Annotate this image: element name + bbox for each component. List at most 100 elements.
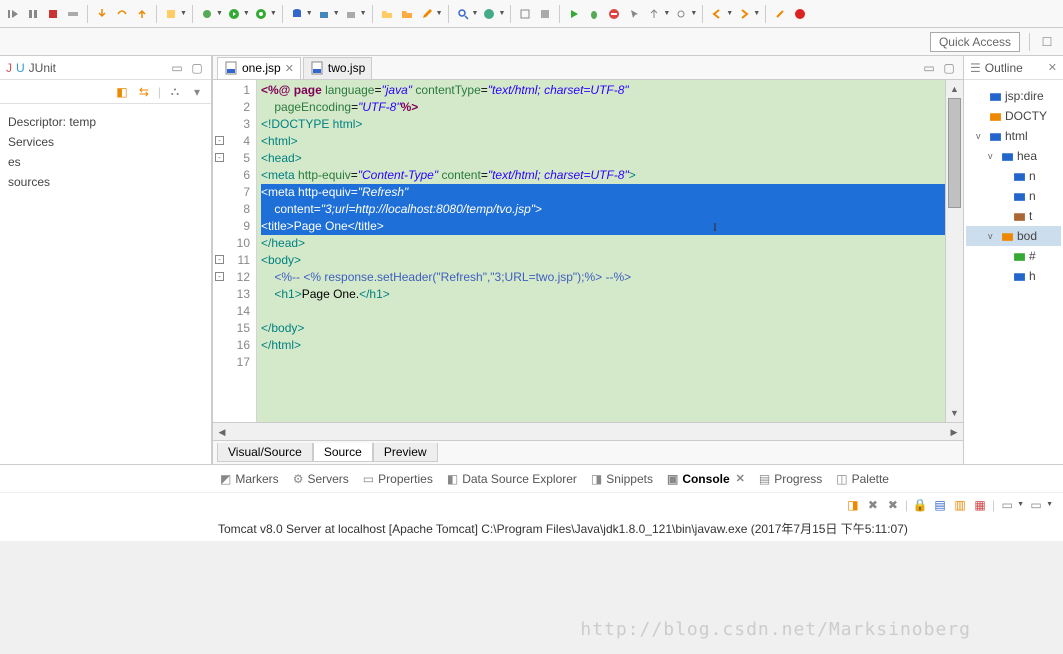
web-icon[interactable] <box>480 5 498 23</box>
tree-item[interactable]: sources <box>4 172 211 192</box>
outline-node[interactable]: v bod <box>966 226 1061 246</box>
stop-icon[interactable] <box>44 5 62 23</box>
undeploy-icon[interactable] <box>342 5 360 23</box>
console-icon-6[interactable]: ▥ <box>952 497 968 513</box>
play-icon[interactable] <box>565 5 583 23</box>
record-icon[interactable] <box>791 5 809 23</box>
outline-panel: ☰ Outline ✕ jsp:dire DOCTYv htmlv hea n … <box>963 56 1063 464</box>
quick-access-input[interactable]: Quick Access <box>930 32 1020 52</box>
console-icon-5[interactable]: ▤ <box>932 497 948 513</box>
design-tab[interactable]: Visual/Source <box>217 443 313 462</box>
view-icon[interactable] <box>516 5 534 23</box>
outline-tree: jsp:dire DOCTYv htmlv hea n n tv bod # h <box>964 80 1063 292</box>
open-folder-icon[interactable] <box>398 5 416 23</box>
minimize-icon[interactable]: ▭ <box>169 60 185 76</box>
branch-icon[interactable] <box>645 5 663 23</box>
new-icon[interactable] <box>162 5 180 23</box>
console-icon-4[interactable]: 🔒 <box>912 497 928 513</box>
outline-node[interactable]: v hea <box>966 146 1061 166</box>
view-tab[interactable]: ▣ Console ✕ <box>667 472 745 486</box>
step-over-icon[interactable] <box>113 5 131 23</box>
outline-node[interactable]: v html <box>966 126 1061 146</box>
tab-label-inactive: two.jsp <box>328 61 365 75</box>
editor-maximize-icon[interactable]: ▢ <box>941 60 957 76</box>
back-icon[interactable] <box>708 5 726 23</box>
view-tab[interactable]: ⚙ Servers <box>293 472 349 486</box>
search-icon[interactable] <box>454 5 472 23</box>
step-into-icon[interactable] <box>93 5 111 23</box>
watermark-text: http://blog.csdn.net/Marksinoberg <box>580 619 971 640</box>
junit-view-header: JU JUnit ▭ ▢ <box>0 56 211 80</box>
tree-item[interactable]: es <box>4 152 211 172</box>
view-tab[interactable]: ◫ Palette <box>836 472 889 486</box>
tb-icon-2[interactable]: ⇆ <box>136 84 152 100</box>
database-icon[interactable] <box>288 5 306 23</box>
editor-tabs: one.jsp ✕ two.jsp ▭ ▢ <box>213 56 963 80</box>
resume-icon[interactable] <box>4 5 22 23</box>
close-tab-icon[interactable]: ✕ <box>285 62 294 75</box>
disconnect-icon[interactable] <box>64 5 82 23</box>
menu-icon[interactable]: ▾ <box>189 84 205 100</box>
tree-item[interactable]: Services <box>4 132 211 152</box>
tree-item[interactable]: Descriptor: temp <box>4 112 211 132</box>
console-icon-3[interactable]: ✖ <box>885 497 901 513</box>
outline-node[interactable]: n <box>966 186 1061 206</box>
quick-access-row: Quick Access ☐ <box>0 28 1063 56</box>
forward-icon[interactable] <box>735 5 753 23</box>
console-toolbar: ◨ ✖ ✖ | 🔒 ▤ ▥ ▦ | ▭ ▼ ▭ ▼ <box>0 492 1063 516</box>
console-icon-2[interactable]: ✖ <box>865 497 881 513</box>
debug-icon[interactable] <box>198 5 216 23</box>
view-tab[interactable]: ◧ Data Source Explorer <box>447 472 577 486</box>
run-icon[interactable] <box>225 5 243 23</box>
tab-one-jsp[interactable]: one.jsp ✕ <box>217 57 301 79</box>
outline-node[interactable]: # <box>966 246 1061 266</box>
main-toolbar: ▼ ▼ ▼ ▼ ▼ ▼ ▼ ▼ ▼ ▼ ▼ ▼ ▼ ▼ <box>0 0 1063 28</box>
tb-icon-3[interactable]: ⛬ <box>167 84 183 100</box>
box-icon[interactable] <box>536 5 554 23</box>
console-icon-9[interactable]: ▭ <box>1028 497 1044 513</box>
view-tab[interactable]: ◨ Snippets <box>591 472 653 486</box>
outline-header: ☰ Outline ✕ <box>964 56 1063 80</box>
vertical-scrollbar[interactable]: ▲ ▼ <box>945 80 963 422</box>
pause-icon[interactable] <box>24 5 42 23</box>
new-folder-icon[interactable] <box>378 5 396 23</box>
editor-minimize-icon[interactable]: ▭ <box>921 60 937 76</box>
junit-view-title: JUnit <box>29 61 165 75</box>
outline-node[interactable]: t <box>966 206 1061 226</box>
design-source-tabs: Visual/SourceSourcePreview <box>213 440 963 464</box>
outline-node[interactable]: DOCTY <box>966 106 1061 126</box>
left-panel: JU JUnit ▭ ▢ ◧ ⇆ | ⛬ ▾ Descriptor: temp … <box>0 56 212 464</box>
perspective-icon[interactable]: ☐ <box>1039 34 1055 50</box>
design-tab[interactable]: Source <box>313 443 373 462</box>
text-cursor-icon: I <box>713 220 717 235</box>
design-tab[interactable]: Preview <box>373 443 438 462</box>
bug-icon[interactable] <box>585 5 603 23</box>
step-return-icon[interactable] <box>133 5 151 23</box>
code-text[interactable]: <%@ page language="java" contentType="te… <box>257 80 945 422</box>
outline-node[interactable]: n <box>966 166 1061 186</box>
console-icon-8[interactable]: ▭ <box>999 497 1015 513</box>
editor-area: one.jsp ✕ two.jsp ▭ ▢ 1234-5-67891011-12… <box>212 56 963 464</box>
editor-body[interactable]: 1234-5-67891011-12-1314151617 <%@ page l… <box>213 80 963 422</box>
wand-icon[interactable] <box>771 5 789 23</box>
cursor-icon[interactable] <box>625 5 643 23</box>
terminate-icon[interactable] <box>605 5 623 23</box>
console-output: Tomcat v8.0 Server at localhost [Apache … <box>0 516 1063 541</box>
view-tab[interactable]: ◩ Markers <box>220 472 279 486</box>
outline-close-icon[interactable]: ✕ <box>1048 61 1057 74</box>
deploy-icon[interactable] <box>315 5 333 23</box>
console-icon-1[interactable]: ◨ <box>845 497 861 513</box>
run-server-icon[interactable] <box>252 5 270 23</box>
view-tab[interactable]: ▤ Progress <box>759 472 822 486</box>
sync-icon[interactable] <box>672 5 690 23</box>
horizontal-scrollbar[interactable]: ◀▶ <box>213 422 963 440</box>
tb-icon-1[interactable]: ◧ <box>114 84 130 100</box>
outline-node[interactable]: jsp:dire <box>966 86 1061 106</box>
maximize-icon[interactable]: ▢ <box>189 60 205 76</box>
console-icon-7[interactable]: ▦ <box>972 497 988 513</box>
junit-toolbar: ◧ ⇆ | ⛬ ▾ <box>0 80 211 104</box>
outline-node[interactable]: h <box>966 266 1061 286</box>
edit-icon[interactable] <box>418 5 436 23</box>
view-tab[interactable]: ▭ Properties <box>363 472 433 486</box>
tab-two-jsp[interactable]: two.jsp <box>303 57 372 79</box>
